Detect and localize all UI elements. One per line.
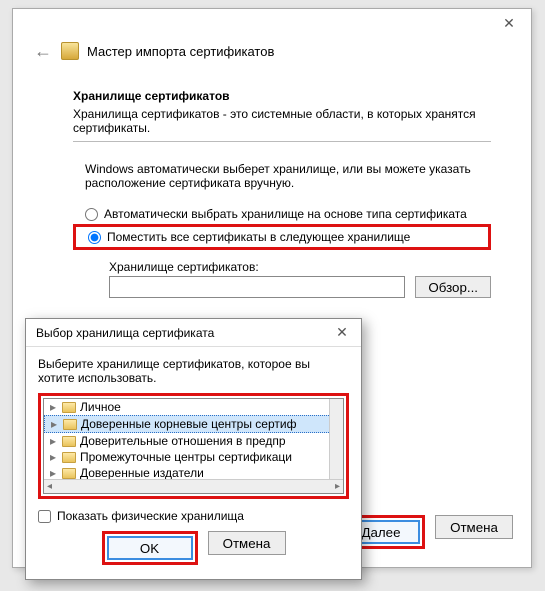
folder-icon xyxy=(62,402,76,413)
folder-icon xyxy=(63,419,77,430)
section-title: Хранилище сертификатов xyxy=(73,89,491,103)
wizard-title: Мастер импорта сертификатов xyxy=(87,44,274,59)
folder-icon xyxy=(62,436,76,447)
radio-place-highlight: Поместить все сертификаты в следующее хр… xyxy=(73,224,491,250)
expander-icon[interactable]: ▸ xyxy=(48,434,58,448)
expander-icon[interactable]: ▸ xyxy=(49,417,59,431)
show-physical-checkbox[interactable] xyxy=(38,510,51,523)
expander-icon[interactable]: ▸ xyxy=(48,400,58,414)
tree-item[interactable]: ▸ Личное xyxy=(44,399,343,415)
dialog-desc: Выберите хранилище сертификатов, которое… xyxy=(38,357,349,385)
dialog-buttons: OK Отмена xyxy=(38,531,349,565)
store-input[interactable] xyxy=(109,276,405,298)
certificate-icon xyxy=(61,42,79,60)
dialog-cancel-button[interactable]: Отмена xyxy=(208,531,286,555)
folder-icon xyxy=(62,452,76,463)
radio-place-input[interactable] xyxy=(88,231,101,244)
wizard-buttons: Далее Отмена xyxy=(337,515,513,549)
close-icon[interactable]: ✕ xyxy=(489,12,529,34)
section-desc: Хранилища сертификатов - это системные о… xyxy=(73,107,491,135)
tree-item-label: Доверенные издатели xyxy=(80,466,204,480)
ok-highlight: OK xyxy=(102,531,198,565)
nav-row: ← Мастер импорта сертификатов xyxy=(13,37,531,69)
tree-item-selected[interactable]: ▸ Доверенные корневые центры сертиф xyxy=(44,415,343,433)
expander-icon[interactable]: ▸ xyxy=(48,450,58,464)
tree-highlight: ▸ Личное ▸ Доверенные корневые центры се… xyxy=(38,393,349,499)
show-physical-label: Показать физические хранилища xyxy=(57,509,244,523)
ok-button[interactable]: OK xyxy=(107,536,193,560)
tree-item[interactable]: ▸ Доверительные отношения в предпр xyxy=(44,433,343,449)
radio-auto-input[interactable] xyxy=(85,208,98,221)
expander-icon[interactable]: ▸ xyxy=(48,466,58,480)
dialog-body: Выберите хранилище сертификатов, которое… xyxy=(26,347,361,575)
tree-item-label: Промежуточные центры сертификаци xyxy=(80,450,292,464)
dialog-titlebar: Выбор хранилища сертификата ✕ xyxy=(26,319,361,347)
close-icon[interactable]: ✕ xyxy=(329,322,355,344)
store-tree[interactable]: ▸ Личное ▸ Доверенные корневые центры се… xyxy=(43,398,344,494)
titlebar: ✕ xyxy=(13,9,531,37)
store-picker-dialog: Выбор хранилища сертификата ✕ Выберите х… xyxy=(25,318,362,580)
cancel-button[interactable]: Отмена xyxy=(435,515,513,539)
info-text: Windows автоматически выберет хранилище,… xyxy=(73,162,491,190)
show-physical[interactable]: Показать физические хранилища xyxy=(38,509,349,523)
radio-place[interactable]: Поместить все сертификаты в следующее хр… xyxy=(76,227,488,247)
folder-icon xyxy=(62,468,76,479)
tree-item-label: Доверительные отношения в предпр xyxy=(80,434,286,448)
radio-auto[interactable]: Автоматически выбрать хранилище на основ… xyxy=(73,204,491,224)
radio-place-label: Поместить все сертификаты в следующее хр… xyxy=(107,230,410,244)
tree-item-label: Доверенные корневые центры сертиф xyxy=(81,417,296,431)
divider xyxy=(73,141,491,142)
store-row: Обзор... xyxy=(109,276,491,298)
back-arrow-icon[interactable]: ← xyxy=(33,41,53,61)
browse-button[interactable]: Обзор... xyxy=(415,276,491,298)
scrollbar-vertical[interactable] xyxy=(329,399,343,479)
store-label: Хранилище сертификатов: xyxy=(109,260,491,274)
scrollbar-horizontal[interactable]: ◂▸ xyxy=(44,479,343,493)
dialog-title: Выбор хранилища сертификата xyxy=(36,326,214,340)
tree-item-label: Личное xyxy=(80,400,121,414)
content: Хранилище сертификатов Хранилища сертифи… xyxy=(13,69,531,298)
radio-auto-label: Автоматически выбрать хранилище на основ… xyxy=(104,207,467,221)
tree-item[interactable]: ▸ Промежуточные центры сертификаци xyxy=(44,449,343,465)
